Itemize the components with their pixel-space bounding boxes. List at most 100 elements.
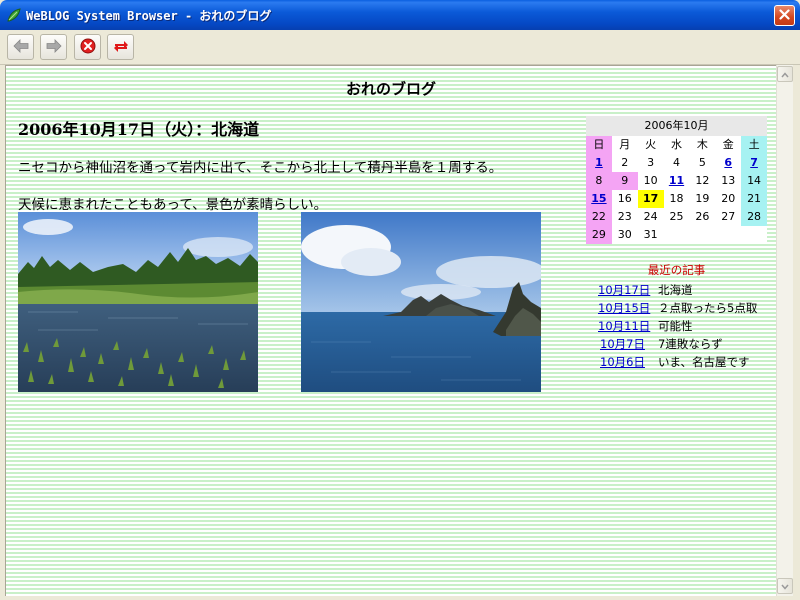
recent-post-date-link[interactable]: 10月15日 xyxy=(598,299,650,317)
weekday-header: 木 xyxy=(696,138,708,151)
calendar-day: 12 xyxy=(689,172,715,190)
calendar-day-number: 28 xyxy=(747,210,762,223)
calendar-day-number: 20 xyxy=(721,192,736,205)
calendar-day: 20 xyxy=(715,190,741,208)
recent-post-name: ２点取ったら5点取 xyxy=(658,301,758,315)
calendar-day-link[interactable]: 11 xyxy=(669,174,684,187)
calendar-day: 2 xyxy=(612,154,638,172)
recent-post-item: 10月15日 ２点取ったら5点取 xyxy=(586,299,776,317)
refresh-button[interactable] xyxy=(107,34,134,60)
calendar-day: 14 xyxy=(741,172,767,190)
calendar-day: 28 xyxy=(741,208,767,226)
calendar-day[interactable]: 15 xyxy=(586,190,612,208)
recent-post-item: 10月17日 北海道 xyxy=(586,281,776,299)
calendar-day: 25 xyxy=(664,208,690,226)
calendar-day-number: 5 xyxy=(698,156,706,169)
calendar-day-number: 26 xyxy=(695,210,710,223)
calendar-caption: 2006年10月 xyxy=(586,116,767,136)
chevron-down-icon xyxy=(781,579,789,593)
calendar-day: 9 xyxy=(611,172,638,190)
calendar-day: 26 xyxy=(689,208,715,226)
scroll-up-button[interactable] xyxy=(777,66,793,82)
chevron-up-icon xyxy=(781,67,789,81)
vertical-scrollbar[interactable] xyxy=(776,65,793,596)
stop-button[interactable] xyxy=(74,34,101,60)
post-heading: 2006年10月17日（火）：北海道 xyxy=(18,120,260,139)
title-bar[interactable]: WeBLOG System Browser - おれのブログ xyxy=(0,0,800,30)
calendar-day: 22 xyxy=(586,208,612,226)
calendar-day[interactable]: 6 xyxy=(715,154,741,172)
forward-arrow-icon xyxy=(46,38,62,56)
recent-post-name: 7連敗ならず xyxy=(658,337,723,351)
calendar-day-link[interactable]: 6 xyxy=(724,156,732,169)
calendar-day: 10 xyxy=(638,172,664,190)
close-icon xyxy=(779,8,790,23)
calendar-day: 19 xyxy=(689,190,715,208)
calendar-day: 13 xyxy=(715,172,741,190)
calendar-day-number: 25 xyxy=(669,210,684,223)
recent-post-date-link[interactable]: 10月7日 xyxy=(600,335,645,353)
back-button[interactable] xyxy=(7,34,34,60)
calendar-day-number: 10 xyxy=(643,174,658,187)
back-arrow-icon xyxy=(12,38,29,56)
calendar-day[interactable]: 7 xyxy=(741,154,767,172)
calendar-day: 30 xyxy=(612,226,638,244)
calendar-day-number: 16 xyxy=(617,192,632,205)
recent-post-date-link[interactable]: 10月11日 xyxy=(598,317,650,335)
recent-posts-title: 最近の記事 xyxy=(647,263,706,277)
window-title: WeBLOG System Browser - おれのブログ xyxy=(26,9,272,23)
calendar-day: 5 xyxy=(689,154,715,172)
calendar-day: 18 xyxy=(664,190,690,208)
calendar-day-number: 8 xyxy=(595,174,603,187)
browser-content: おれのブログ 2006年10月17日（火）：北海道 ニセコから神仙沼を通って岩内… xyxy=(5,65,776,596)
recent-post-date-link[interactable]: 10月6日 xyxy=(600,353,645,371)
calendar-day-number: 29 xyxy=(591,228,606,241)
calendar: 2006年10月 日 月 火 水 木 金 土 1 2 3 4 5 6 7 8 9 10 11 12 13… xyxy=(586,116,767,244)
calendar-day[interactable]: 1 xyxy=(586,154,612,172)
calendar-day: 29 xyxy=(586,226,612,244)
recent-post-date-link[interactable]: 10月17日 xyxy=(598,281,650,299)
weekday-header: 火 xyxy=(645,138,657,151)
weekday-header: 水 xyxy=(670,138,682,151)
post-paragraph-2: 天候に恵まれたこともあって、景色が素晴らしい。 xyxy=(18,197,328,213)
calendar-day-number: 24 xyxy=(643,210,658,223)
calendar-day: 21 xyxy=(741,190,767,208)
calendar-day: 23 xyxy=(612,208,638,226)
leaf-app-icon xyxy=(6,7,22,23)
calendar-day: 24 xyxy=(638,208,664,226)
calendar-day-number: 31 xyxy=(643,228,658,241)
recent-posts-list: 10月17日 北海道 10月15日 ２点取ったら5点取 10月11日 可能性 1… xyxy=(586,281,776,371)
photo-lake xyxy=(18,212,258,392)
calendar-grid: 日 月 火 水 木 金 土 1 2 3 4 5 6 7 8 9 10 11 12 13 14 15 16 17 1… xyxy=(586,136,767,244)
calendar-empty-cell xyxy=(689,226,715,244)
window-frame-bottom xyxy=(0,596,800,600)
calendar-day-link[interactable]: 7 xyxy=(750,156,758,169)
calendar-day-number: 21 xyxy=(747,192,762,205)
calendar-day[interactable]: 11 xyxy=(664,172,690,190)
recent-post-item: 10月6日 いま、名古屋です xyxy=(586,353,776,371)
calendar-day-number: 19 xyxy=(695,192,710,205)
recent-post-name: 北海道 xyxy=(658,283,693,297)
close-button[interactable] xyxy=(774,5,795,26)
calendar-day-number: 22 xyxy=(591,210,606,223)
calendar-empty-cell xyxy=(664,226,690,244)
calendar-empty-cell xyxy=(715,226,741,244)
calendar-day: 16 xyxy=(612,190,638,208)
weekday-header: 日 xyxy=(586,136,612,154)
calendar-day-link[interactable]: 1 xyxy=(595,156,603,169)
calendar-day-link[interactable]: 15 xyxy=(591,192,606,205)
recent-post-name: 可能性 xyxy=(658,319,693,333)
weekday-header: 月 xyxy=(619,138,631,151)
calendar-day-number: 12 xyxy=(695,174,710,187)
calendar-day: 17 xyxy=(637,190,664,208)
calendar-day-number: 17 xyxy=(642,192,659,205)
calendar-day-number: 4 xyxy=(672,156,680,169)
calendar-day: 31 xyxy=(638,226,664,244)
recent-post-item: 10月11日 可能性 xyxy=(586,317,776,335)
scroll-down-button[interactable] xyxy=(777,578,793,594)
post-paragraph-1: ニセコから神仙沼を通って岩内に出て、そこから北上して積丹半島を１周する。 xyxy=(18,160,503,176)
forward-button[interactable] xyxy=(40,34,67,60)
calendar-empty-cell xyxy=(741,226,767,244)
calendar-day-number: 30 xyxy=(617,228,632,241)
photo-coast xyxy=(301,212,541,392)
